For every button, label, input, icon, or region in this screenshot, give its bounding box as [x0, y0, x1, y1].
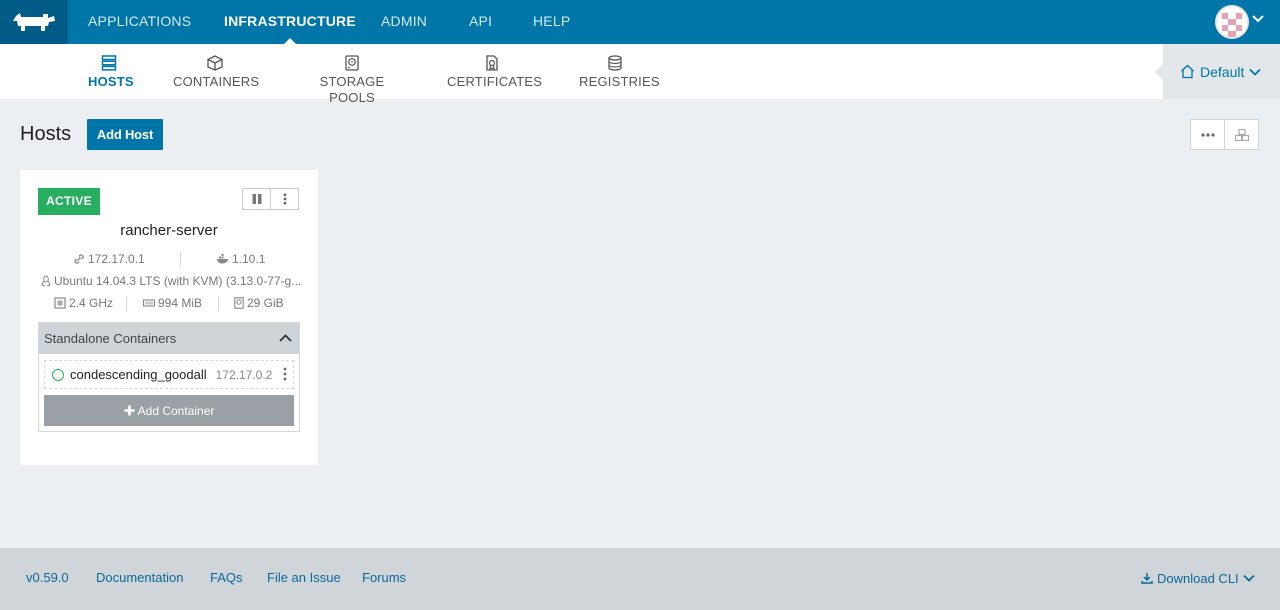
- disk-icon: [299, 44, 405, 74]
- host-cpu-value: 2.4 GHz: [69, 296, 114, 310]
- tab-certificates[interactable]: CERTIFICATES: [447, 44, 543, 99]
- running-status-icon: [52, 368, 64, 381]
- host-name[interactable]: rancher-server: [20, 222, 318, 239]
- footer: v0.59.0 Documentation FAQs File an Issue…: [0, 548, 1280, 610]
- nav-infrastructure[interactable]: INFRASTRUCTURE: [224, 0, 356, 44]
- database-icon: [579, 44, 651, 74]
- ellipsis-icon: [1200, 132, 1215, 137]
- host-storage-value: 29 GiB: [247, 296, 284, 310]
- chevron-down-icon: [1243, 574, 1255, 582]
- divider: [126, 296, 127, 311]
- tab-registries[interactable]: REGISTRIES: [579, 44, 660, 99]
- cpu-icon: [54, 297, 66, 309]
- rancher-cow-icon: [13, 13, 55, 31]
- identicon-icon: [1217, 7, 1247, 37]
- tab-storage-pools-label: STORAGE POOLS: [319, 74, 385, 105]
- host-card: ACTIVE rancher-server 172.17.0.1 1.10.1 …: [20, 170, 318, 465]
- tab-registries-label: REGISTRIES: [579, 74, 660, 89]
- pause-icon: [252, 194, 261, 204]
- faqs-link[interactable]: FAQs: [210, 548, 243, 608]
- tab-certificates-label: CERTIFICATES: [447, 74, 543, 89]
- download-cli-menu[interactable]: Download CLI: [1141, 548, 1255, 608]
- host-ip: 172.17.0.1: [73, 252, 145, 266]
- forums-link[interactable]: Forums: [362, 548, 406, 608]
- hosts-icon: [88, 44, 130, 74]
- cluster-view-button[interactable]: [1224, 119, 1259, 150]
- containers-section-header[interactable]: Standalone Containers: [39, 323, 299, 354]
- version-link[interactable]: v0.59.0: [26, 548, 69, 608]
- container-name[interactable]: condescending_goodall: [70, 367, 207, 382]
- docker-whale-icon: [217, 254, 228, 264]
- environment-name: Default: [1200, 63, 1245, 80]
- chevron-down-icon: [1249, 68, 1261, 76]
- link-icon: [74, 254, 84, 264]
- container-row[interactable]: condescending_goodall 172.17.0.2: [44, 360, 294, 389]
- nav-infrastructure-label: INFRASTRUCTURE: [224, 13, 356, 29]
- top-navigation: APPLICATIONS INFRASTRUCTURE ADMIN API HE…: [0, 0, 1280, 44]
- tab-containers[interactable]: CONTAINERS: [173, 44, 260, 99]
- certificate-icon: [447, 44, 537, 74]
- host-ip-value: 172.17.0.1: [88, 252, 145, 266]
- disk-icon: [234, 297, 244, 309]
- download-icon: [1141, 573, 1153, 584]
- cubes-icon: [1234, 128, 1249, 141]
- plus-icon: [124, 405, 135, 416]
- nav-admin[interactable]: ADMIN: [381, 0, 427, 44]
- page-title: Hosts: [20, 123, 72, 145]
- tab-storage-pools[interactable]: STORAGE POOLS: [299, 44, 405, 105]
- host-cpu: 2.4 GHz: [54, 296, 113, 310]
- status-badge: ACTIVE: [38, 188, 100, 215]
- pause-button[interactable]: [242, 188, 271, 210]
- sub-navigation: HOSTS CONTAINERS STORAGE POOLS CERTIFICA…: [0, 44, 1280, 105]
- divider: [218, 296, 219, 311]
- add-host-button[interactable]: Add Host: [87, 119, 163, 150]
- memory-icon: [143, 299, 155, 307]
- rancher-logo[interactable]: [0, 0, 68, 44]
- download-cli-label: Download CLI: [1157, 570, 1239, 586]
- nav-applications[interactable]: APPLICATIONS: [88, 0, 191, 44]
- host-menu-button[interactable]: [270, 188, 299, 210]
- tab-containers-label: CONTAINERS: [173, 74, 260, 89]
- host-os-value: Ubuntu 14.04.3 LTS (with KVM) (3.13.0-77…: [54, 274, 302, 288]
- divider: [180, 252, 181, 267]
- tab-hosts[interactable]: HOSTS: [88, 44, 134, 99]
- container-ip: 172.17.0.2: [215, 367, 273, 382]
- docker-version-value: 1.10.1: [232, 252, 266, 266]
- add-container-button[interactable]: Add Container: [44, 395, 294, 426]
- docker-version: 1.10.1: [216, 252, 265, 266]
- containers-heading: Standalone Containers: [44, 331, 177, 346]
- chevron-up-icon[interactable]: [279, 333, 292, 343]
- box-icon: [173, 44, 257, 74]
- more-options-button[interactable]: [1190, 119, 1225, 150]
- file-an-issue-link[interactable]: File an Issue: [267, 548, 341, 608]
- vertical-ellipsis-icon[interactable]: [283, 367, 287, 381]
- host-storage: 29 GiB: [234, 296, 284, 310]
- host-memory-value: 994 MiB: [158, 296, 203, 310]
- environment-switcher[interactable]: Default: [1155, 44, 1280, 99]
- host-memory: 994 MiB: [143, 296, 202, 310]
- linux-icon: [41, 275, 51, 287]
- host-os: Ubuntu 14.04.3 LTS (with KVM) (3.13.0-77…: [41, 274, 301, 288]
- documentation-link[interactable]: Documentation: [96, 548, 183, 608]
- tab-hosts-label: HOSTS: [88, 74, 134, 89]
- nav-help[interactable]: HELP: [533, 0, 570, 44]
- view-toggle-group: [1190, 119, 1259, 150]
- host-actions: [242, 188, 299, 210]
- chevron-down-icon[interactable]: [1252, 13, 1264, 25]
- home-icon: [1181, 64, 1194, 79]
- vertical-ellipsis-icon: [283, 193, 286, 205]
- nav-api[interactable]: API: [469, 0, 492, 44]
- standalone-containers-panel: Standalone Containers condescending_good…: [38, 322, 300, 432]
- add-container-label: Add Container: [137, 403, 215, 418]
- user-avatar[interactable]: [1215, 5, 1249, 39]
